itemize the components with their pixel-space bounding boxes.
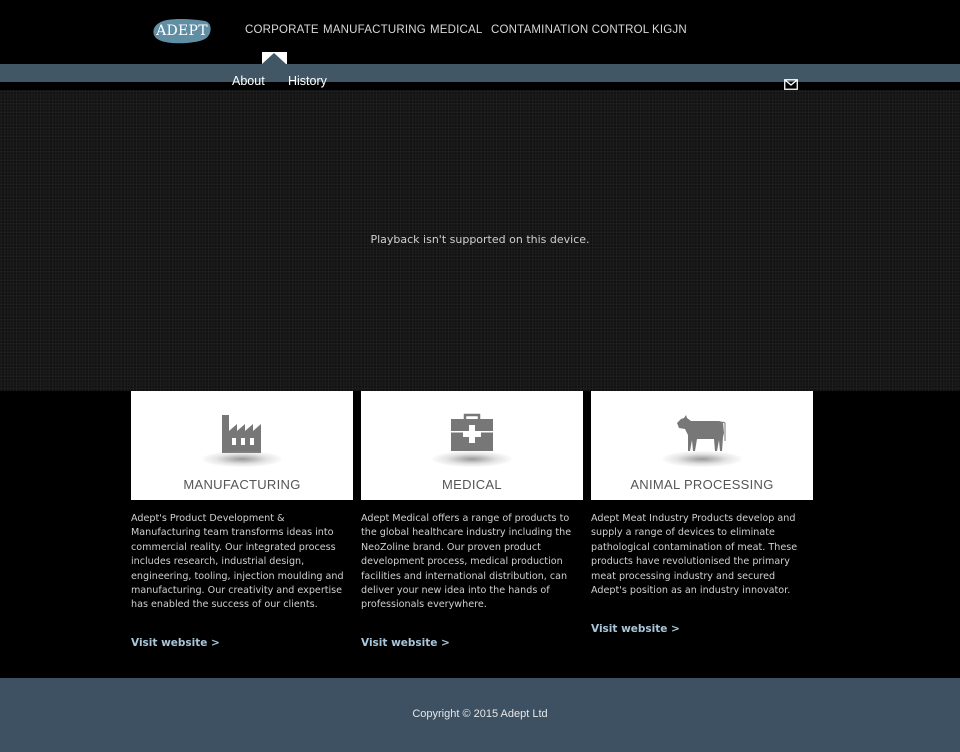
site-footer: Copyright © 2015 Adept Ltd (0, 678, 960, 752)
card-title: MANUFACTURING (183, 477, 301, 492)
visit-website-link[interactable]: Visit website > (361, 637, 450, 649)
subnav-about[interactable]: About (232, 74, 265, 88)
subnav-divider (0, 82, 960, 90)
nav-corporate[interactable]: CORPORATE (245, 24, 319, 36)
active-nav-indicator (262, 52, 287, 64)
nav-contamination-control[interactable]: CONTAMINATION CONTROL (491, 24, 649, 36)
medical-kit-icon (451, 413, 493, 451)
subnav-bar (0, 64, 960, 82)
card-title: MEDICAL (442, 477, 502, 492)
card-title: ANIMAL PROCESSING (630, 477, 774, 492)
nav-medical[interactable]: MEDICAL (430, 24, 483, 36)
card-manufacturing[interactable]: MANUFACTURING (131, 391, 353, 500)
card-description: Adept Meat Industry Products develop and… (591, 513, 798, 597)
icon-shadow (202, 451, 282, 467)
subnav-history[interactable]: History (288, 74, 327, 88)
card-animal-processing[interactable]: ANIMAL PROCESSING (591, 391, 813, 500)
copyright-text: Copyright © 2015 Adept Ltd (412, 708, 548, 720)
cow-icon (677, 415, 726, 451)
nav-manufacturing[interactable]: MANUFACTURING (323, 24, 426, 36)
icon-shadow (432, 451, 512, 467)
visit-website-link[interactable]: Visit website > (131, 637, 220, 649)
mail-icon[interactable] (784, 75, 798, 90)
site-header: ADEPT CORPORATE MANUFACTURING MEDICAL CO… (0, 0, 960, 64)
logo-text: ADEPT (156, 23, 208, 39)
card-description: Adept's Product Development & Manufactur… (131, 513, 344, 611)
card-medical[interactable]: MEDICAL (361, 391, 583, 500)
card-description: Adept Medical offers a range of products… (361, 513, 572, 611)
video-player[interactable]: Playback isn't supported on this device. (0, 90, 960, 391)
factory-icon (222, 415, 261, 453)
visit-website-link[interactable]: Visit website > (591, 623, 680, 635)
icon-shadow (662, 451, 742, 467)
adept-logo[interactable]: ADEPT (153, 18, 211, 44)
nav-login[interactable]: KIGJN (652, 24, 687, 36)
playback-message: Playback isn't supported on this device. (370, 233, 590, 246)
